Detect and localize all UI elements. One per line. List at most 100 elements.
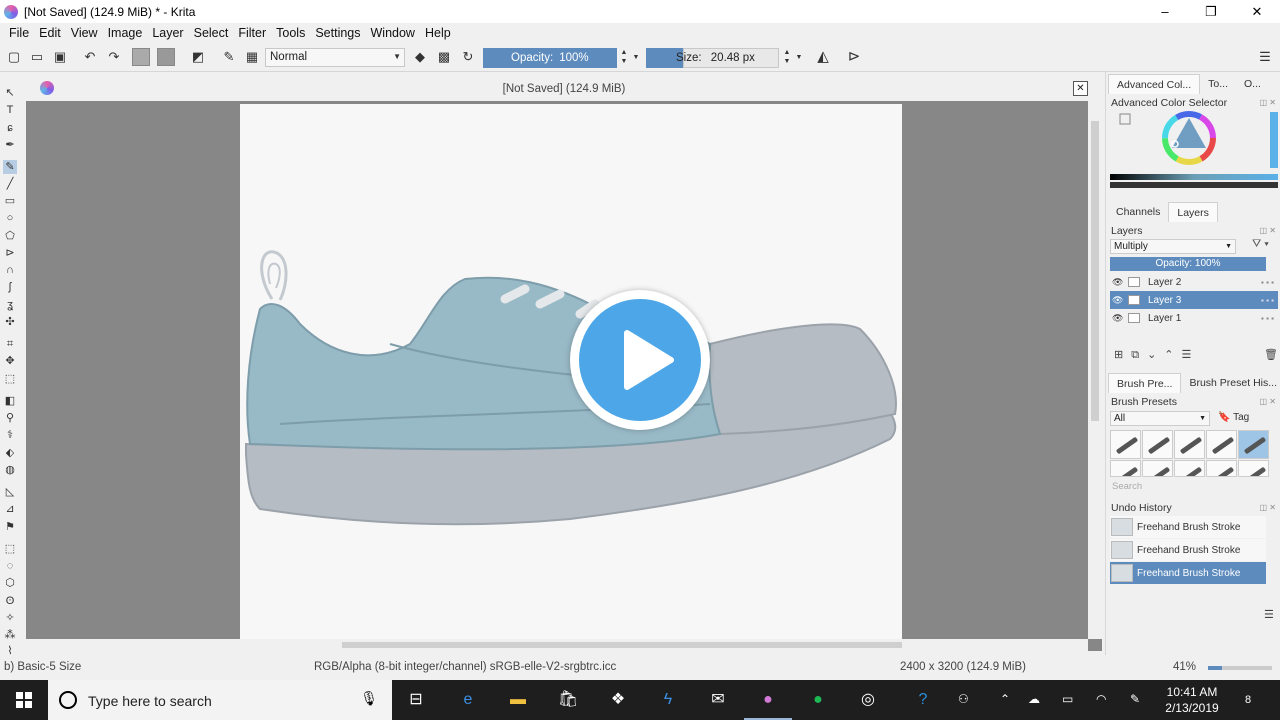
calligraphy-icon[interactable]: ✒ xyxy=(3,138,17,152)
close-button[interactable]: ✕ xyxy=(1234,0,1280,23)
menu-settings[interactable]: Settings xyxy=(310,26,365,40)
reference-tool-icon[interactable]: ⚑ xyxy=(3,520,17,534)
layer-properties-icon[interactable]: ☰ xyxy=(1182,349,1200,361)
dock-float-icon[interactable]: ◫ ✕ xyxy=(1260,503,1276,512)
history-item[interactable]: Freehand Brush Stroke xyxy=(1110,516,1266,538)
tab-advanced-color[interactable]: Advanced Col... xyxy=(1108,74,1201,94)
obs-icon[interactable]: ◎ xyxy=(856,688,880,712)
color-wheel[interactable] xyxy=(1110,108,1278,192)
color-picker-icon[interactable]: ⚲ xyxy=(3,411,17,425)
fill-tool-icon[interactable]: ⬖ xyxy=(3,446,17,460)
layer-row-3[interactable]: 👁 Layer 3 ▪ ▪ ▪ xyxy=(1110,291,1278,309)
menu-view[interactable]: View xyxy=(66,26,103,40)
lock-icon[interactable]: ▪ ▪ ▪ xyxy=(1261,314,1274,323)
color-selector[interactable] xyxy=(1110,108,1278,192)
freehand-select-icon[interactable]: ʘ xyxy=(3,594,17,608)
bezier-tool-icon[interactable]: ∩ xyxy=(3,263,17,277)
move-down-icon[interactable]: ⌄ xyxy=(1147,349,1164,361)
new-document-icon[interactable]: ▢ xyxy=(6,49,22,65)
scroll-thumb[interactable] xyxy=(342,642,902,648)
pattern-swatch[interactable] xyxy=(157,48,175,66)
move-tool-icon[interactable]: ✥ xyxy=(3,354,17,368)
cloud-icon[interactable]: ☁ xyxy=(1028,692,1040,706)
text-tool-icon[interactable]: T xyxy=(3,103,17,117)
opacity-spinner[interactable]: ▲ ▼ xyxy=(619,48,629,68)
rect-select-icon[interactable]: ⬚ xyxy=(3,542,17,556)
battery-icon[interactable]: ▭ xyxy=(1062,692,1073,706)
magic-wand-icon[interactable]: ✧ xyxy=(3,611,17,625)
history-item-current[interactable]: Freehand Brush Stroke xyxy=(1110,562,1266,584)
fill-bucket-icon[interactable]: ◍ xyxy=(3,463,17,477)
duplicate-layer-icon[interactable]: ⧉ xyxy=(1131,349,1147,361)
delete-layer-icon[interactable]: 🗑 xyxy=(1264,348,1278,361)
brush-preset[interactable] xyxy=(1110,460,1141,477)
layer-opacity-slider[interactable]: Opacity: 100% xyxy=(1110,257,1266,271)
eye-icon[interactable]: 👁 xyxy=(1112,313,1124,324)
polyline-tool-icon[interactable]: ⊳ xyxy=(3,246,17,260)
opacity-slider[interactable]: Opacity: 100% xyxy=(483,48,617,68)
menu-select[interactable]: Select xyxy=(189,26,234,40)
undo-icon[interactable]: ↶ xyxy=(82,49,98,65)
scroll-thumb[interactable] xyxy=(1091,121,1099,421)
blend-mode-select[interactable]: Normal ▼ xyxy=(265,48,405,67)
brush-preset[interactable] xyxy=(1142,460,1173,477)
smart-patch-icon[interactable]: ⚕ xyxy=(3,428,17,442)
wifi-icon[interactable]: ◠ xyxy=(1096,692,1106,706)
mail-icon[interactable]: ✉ xyxy=(706,688,730,712)
eye-icon[interactable]: 👁 xyxy=(1112,277,1124,288)
dynamic-brush-icon[interactable]: ʓ xyxy=(3,298,17,312)
polygon-select-icon[interactable]: ⬡ xyxy=(3,576,17,590)
hamburger-menu-icon[interactable]: ☰ xyxy=(1257,49,1273,65)
layer-row-2[interactable]: 👁 Layer 2 ▪ ▪ ▪ xyxy=(1110,273,1278,291)
lock-icon[interactable]: ▪ ▪ ▪ xyxy=(1261,278,1274,287)
menu-tools[interactable]: Tools xyxy=(271,26,310,40)
pen-icon[interactable]: ✎ xyxy=(1130,692,1140,706)
brush-preset-selected[interactable] xyxy=(1238,430,1269,459)
menu-file[interactable]: File xyxy=(4,26,34,40)
task-view-icon[interactable]: ⊟ xyxy=(404,688,428,712)
dropbox-icon[interactable]: ❖ xyxy=(606,688,630,712)
tab-tool-options[interactable]: To... xyxy=(1200,74,1236,94)
brush-preset[interactable] xyxy=(1174,460,1205,477)
freehand-path-icon[interactable]: ʃ xyxy=(3,280,17,294)
select-shapes-icon[interactable]: ↖ xyxy=(3,86,17,100)
brush-preset[interactable] xyxy=(1206,430,1237,459)
spotify-icon[interactable]: ● xyxy=(806,688,830,712)
mirror-vertical-icon[interactable]: ⊳ xyxy=(846,49,862,65)
ellipse-select-icon[interactable]: ◌ xyxy=(3,559,17,573)
app-icon[interactable]: ϟ xyxy=(656,688,680,712)
layer-blend-select[interactable]: Multiply ▼ xyxy=(1110,239,1236,254)
dock-menu-icon[interactable]: ☰ xyxy=(1264,608,1274,621)
edge-icon[interactable]: e xyxy=(456,688,480,712)
history-item[interactable]: Freehand Brush Stroke xyxy=(1110,539,1266,561)
assistant-tool-icon[interactable]: ◺ xyxy=(3,485,17,499)
polygon-tool-icon[interactable]: ⬠ xyxy=(3,229,17,243)
brush-presets-icon[interactable]: ▦ xyxy=(244,49,260,65)
eraser-icon[interactable]: ◆ xyxy=(412,49,428,65)
brush-preset[interactable] xyxy=(1142,430,1173,459)
dock-float-icon[interactable]: ◫ ✕ xyxy=(1260,226,1276,235)
tab-channels[interactable]: Channels xyxy=(1108,202,1168,222)
file-explorer-icon[interactable]: ▬ xyxy=(506,688,530,712)
dock-float-icon[interactable]: ◫ ✕ xyxy=(1260,98,1276,107)
notification-center[interactable]: 8 xyxy=(1238,690,1258,710)
brush-preset[interactable] xyxy=(1174,430,1205,459)
redo-icon[interactable]: ↷ xyxy=(106,49,122,65)
menu-window[interactable]: Window xyxy=(366,26,420,40)
brush-preset[interactable] xyxy=(1110,430,1141,459)
menu-help[interactable]: Help xyxy=(420,26,456,40)
menu-layer[interactable]: Layer xyxy=(147,26,188,40)
gradient-swatch[interactable] xyxy=(132,48,150,66)
help-icon[interactable]: ? xyxy=(911,688,935,712)
measure-tool-icon[interactable]: ⊿ xyxy=(3,502,17,516)
save-icon[interactable]: ▣ xyxy=(52,49,68,65)
transform-tool-icon[interactable]: ⬚ xyxy=(3,372,17,386)
chevron-down-icon[interactable]: ▼ xyxy=(794,53,804,73)
taskbar-search[interactable]: Type here to search 🎙 xyxy=(48,680,392,720)
tag-button[interactable]: 🔖 Tag xyxy=(1218,412,1249,423)
close-document-button[interactable]: ✕ xyxy=(1073,81,1088,96)
vertical-scrollbar[interactable] xyxy=(1088,101,1102,639)
tab-brush-presets[interactable]: Brush Pre... xyxy=(1108,373,1182,393)
minimize-button[interactable]: – xyxy=(1142,0,1188,23)
ellipse-tool-icon[interactable]: ○ xyxy=(3,211,17,225)
